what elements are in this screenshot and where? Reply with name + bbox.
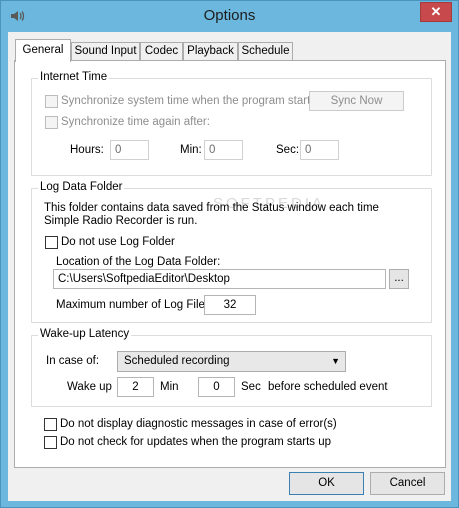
sync-now-button[interactable]: Sync Now: [309, 91, 404, 111]
log-folder-path-field[interactable]: C:\Users\SoftpediaEditor\Desktop: [53, 269, 386, 289]
no-updates-label: Do not check for updates when the progra…: [60, 436, 332, 448]
sec-label: Sec:: [276, 144, 300, 156]
in-case-of-label: In case of:: [46, 355, 100, 367]
wakeup-latency-group: Wake-up Latency In case of: Scheduled re…: [31, 328, 432, 407]
wakeup-sec-field[interactable]: 0: [198, 377, 235, 397]
wakeup-min-label: Min: [160, 381, 179, 393]
log-data-description: This folder contains data saved from the…: [44, 202, 379, 227]
tab-general[interactable]: General: [15, 39, 71, 62]
wakeup-sec-label: Sec: [241, 381, 261, 393]
internet-time-title: Internet Time: [38, 71, 110, 83]
wakeup-min-field[interactable]: 2: [117, 377, 154, 397]
sync-on-start-label: Synchronize system time when the program…: [61, 95, 317, 107]
sync-again-checkbox[interactable]: [45, 116, 58, 129]
sync-on-start-checkbox[interactable]: [45, 95, 58, 108]
tab-schedule[interactable]: Schedule: [238, 42, 293, 61]
dialog-client-area: General Sound Input Codec Playback Sched…: [8, 32, 451, 501]
wakeup-suffix-label: before scheduled event: [268, 381, 388, 393]
sync-again-label: Synchronize time again after:: [61, 116, 210, 128]
do-not-use-log-label: Do not use Log Folder: [61, 236, 175, 248]
in-case-of-select[interactable]: Scheduled recording ▼: [117, 351, 346, 372]
no-updates-checkbox[interactable]: [44, 436, 57, 449]
options-window: Options ✕ General Sound Input Codec Play…: [0, 0, 459, 508]
max-log-files-field[interactable]: 32: [204, 295, 256, 315]
min-field[interactable]: 0: [204, 140, 243, 160]
tab-codec[interactable]: Codec: [140, 42, 183, 61]
tab-sound-input[interactable]: Sound Input: [71, 42, 140, 61]
browse-button[interactable]: ...: [389, 269, 409, 289]
in-case-of-value: Scheduled recording: [124, 355, 230, 367]
log-data-title: Log Data Folder: [38, 181, 125, 193]
window-title: Options: [203, 7, 256, 24]
hours-field[interactable]: 0: [110, 140, 149, 160]
tab-playback[interactable]: Playback: [183, 42, 238, 61]
title-bar[interactable]: Options ✕: [1, 1, 458, 32]
max-log-files-label: Maximum number of Log Files:: [56, 299, 214, 311]
wake-up-label: Wake up: [67, 381, 112, 393]
internet-time-group: Internet Time Synchronize system time wh…: [31, 71, 432, 176]
no-diagnostic-label: Do not display diagnostic messages in ca…: [60, 418, 337, 430]
ok-button[interactable]: OK: [289, 472, 364, 495]
sec-field[interactable]: 0: [300, 140, 339, 160]
close-icon: ✕: [430, 4, 442, 19]
chevron-down-icon: ▼: [331, 356, 340, 366]
wakeup-latency-title: Wake-up Latency: [38, 328, 132, 340]
location-label: Location of the Log Data Folder:: [56, 256, 221, 268]
cancel-button[interactable]: Cancel: [370, 472, 445, 495]
log-data-group: Log Data Folder This folder contains dat…: [31, 181, 432, 323]
do-not-use-log-checkbox[interactable]: [45, 236, 58, 249]
no-diagnostic-checkbox[interactable]: [44, 418, 57, 431]
general-panel: SOFTPEDIA Internet Time Synchronize syst…: [14, 60, 446, 468]
min-label: Min:: [180, 144, 202, 156]
hours-label: Hours:: [70, 144, 104, 156]
close-button[interactable]: ✕: [420, 2, 452, 22]
